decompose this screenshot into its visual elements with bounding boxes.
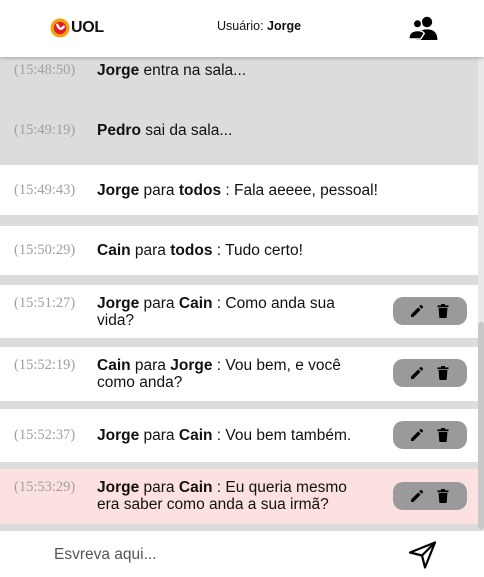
current-user-label: Usuário: Jorge (217, 19, 301, 33)
message-connector: para (143, 295, 175, 312)
message-time: (15:49:43) (14, 182, 76, 198)
user-prefix: Usuário: (217, 19, 264, 33)
edit-button[interactable] (410, 428, 424, 442)
message-actions (393, 421, 467, 449)
message-item: (15:52:37) Jorge para Cain : Vou bem tam… (0, 409, 478, 462)
edit-button[interactable] (410, 366, 424, 380)
message-text: Cain para todos : Tudo certo! (97, 242, 387, 259)
message-time: (15:53:29) (14, 479, 76, 495)
message-item: (15:49:43) Jorge para todos : Fala aeeee… (0, 165, 478, 215)
message-recipient: Jorge (170, 357, 213, 374)
message-time: (15:48:50) (14, 62, 76, 78)
message-actions (393, 482, 467, 510)
send-icon (408, 541, 437, 569)
uol-logo-icon (50, 18, 70, 38)
message-item: (15:53:29) Jorge para Cain : Eu queria m… (0, 469, 478, 524)
message-text: Jorge para Cain : Eu queria mesmo era sa… (97, 479, 372, 513)
delete-button[interactable] (436, 489, 450, 503)
message-sender: Pedro (97, 122, 141, 139)
pencil-icon (411, 489, 424, 502)
message-body: entra na sala... (143, 62, 247, 79)
trash-icon (437, 366, 449, 380)
message-recipient: Cain (178, 479, 213, 496)
message-sender: Cain (97, 357, 131, 374)
message-text: Jorge para Cain : Vou bem também. (97, 427, 372, 444)
message-body: : Tudo certo! (216, 242, 303, 259)
message-recipient: Cain (178, 427, 213, 444)
pencil-icon (411, 366, 424, 379)
message-connector: para (143, 182, 175, 199)
message-sender: Jorge (97, 295, 140, 312)
logo-text: UOL (71, 19, 104, 36)
participants-button[interactable] (408, 14, 440, 42)
user-name: Jorge (267, 19, 302, 33)
message-text: Cain para Jorge : Vou bem, e você como a… (97, 357, 372, 391)
edit-button[interactable] (410, 489, 424, 503)
top-bar: UOL Usuário: Jorge (0, 0, 484, 57)
send-button[interactable] (408, 540, 438, 570)
scrollbar-thumb[interactable] (478, 322, 484, 530)
message-item: (15:52:19) Cain para Jorge : Vou bem, e … (0, 347, 478, 401)
message-connector: para (143, 427, 175, 444)
message-recipient: Cain (178, 295, 213, 312)
message-body: : Vou bem, e você como anda? (97, 357, 341, 391)
message-sender: Jorge (97, 62, 140, 79)
trash-icon (437, 304, 449, 318)
message-recipient: todos (170, 242, 213, 259)
message-recipient: todos (178, 182, 222, 199)
message-connector: para (143, 479, 175, 496)
chat-page: UOL Usuário: Jorge (15:48:50) Jorge entr… (0, 0, 484, 577)
pencil-icon (411, 304, 424, 317)
trash-icon (437, 428, 449, 442)
message-body: sai da sala... (145, 122, 233, 139)
message-time: (15:49:19) (14, 122, 76, 138)
delete-button[interactable] (436, 428, 450, 442)
message-text: Pedro sai da sala... (97, 122, 372, 139)
people-icon (408, 16, 438, 40)
message-time: (15:50:29) (14, 242, 76, 258)
delete-button[interactable] (436, 304, 450, 318)
message-connector: para (134, 242, 166, 259)
message-item: (15:50:29) Cain para todos : Tudo certo! (0, 226, 478, 275)
edit-button[interactable] (410, 304, 424, 318)
message-actions (393, 359, 467, 387)
message-time: (15:51:27) (14, 295, 76, 311)
message-sender: Jorge (97, 479, 140, 496)
message-text: Jorge entra na sala... (97, 62, 372, 79)
message-sender: Jorge (97, 427, 140, 444)
message-body: : Fala aeeee, pessoal! (225, 182, 378, 199)
message-body: : Vou bem também. (216, 427, 352, 444)
message-sender: Cain (97, 242, 131, 259)
delete-button[interactable] (436, 366, 450, 380)
trash-icon (437, 489, 449, 503)
message-time: (15:52:19) (14, 357, 76, 373)
message-item: (15:51:27) Jorge para Cain : Como anda s… (0, 285, 478, 338)
pencil-icon (411, 428, 424, 441)
message-input[interactable] (54, 543, 374, 567)
message-text: Jorge para Cain : Como anda sua vida? (97, 295, 372, 329)
uol-logo: UOL (50, 17, 104, 39)
message-time: (15:52:37) (14, 427, 76, 443)
message-connector: para (134, 357, 166, 374)
message-sender: Jorge (97, 182, 140, 199)
message-actions (393, 297, 467, 325)
message-item: (15:49:19) Pedro sai da sala... (0, 100, 478, 157)
message-text: Jorge para todos : Fala aeeee, pessoal! (97, 182, 387, 199)
